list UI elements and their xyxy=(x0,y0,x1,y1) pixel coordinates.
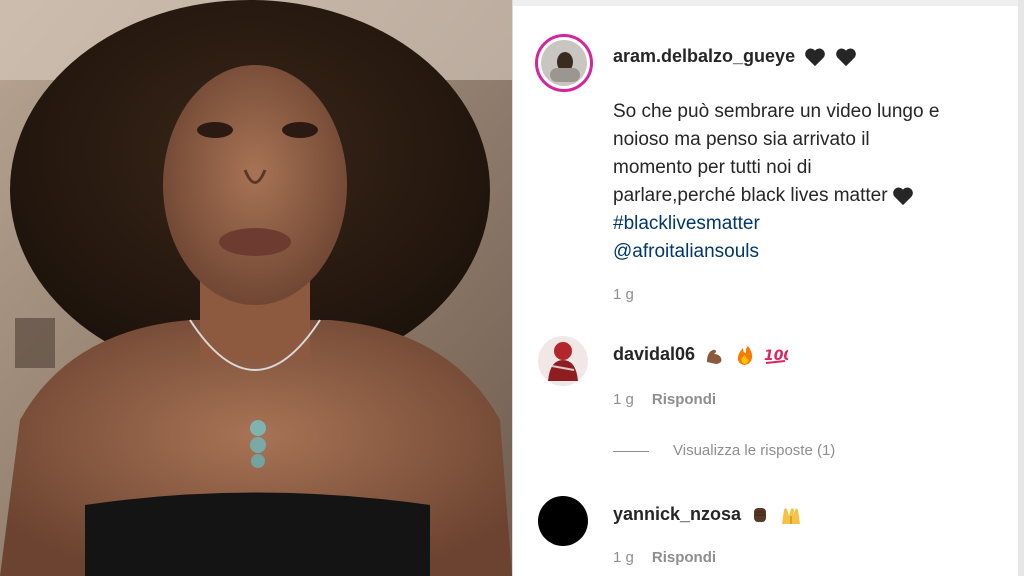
raising-hands-icon xyxy=(782,508,801,525)
black-heart-icon xyxy=(805,48,825,67)
caption-line: So che può sembrare un video lungo e xyxy=(613,101,940,122)
replies-divider xyxy=(613,450,649,452)
comment-username[interactable]: davidal06 100 xyxy=(613,344,788,366)
reply-button[interactable]: Rispondi xyxy=(652,391,716,408)
view-replies-label[interactable]: Visualizza le risposte (1) xyxy=(673,442,835,459)
commenter-avatar[interactable] xyxy=(538,496,588,546)
video-frame xyxy=(0,0,512,576)
caption-line: momento per tutti noi di xyxy=(613,157,812,178)
caption-line: noioso ma penso sia arrivato il xyxy=(613,129,870,150)
black-heart-icon xyxy=(892,187,913,206)
reply-button[interactable]: Rispondi xyxy=(652,549,716,566)
caption-line-last: parlare,perché black lives matter xyxy=(613,182,1003,210)
mention-link[interactable]: @afroitaliansouls xyxy=(613,238,1003,266)
post-author-username[interactable]: aram.delbalzo_gueye xyxy=(613,46,857,67)
post-timestamp: 1 g xyxy=(613,286,634,303)
raised-fist-icon xyxy=(754,508,767,523)
hashtag-link[interactable]: #blacklivesmatter xyxy=(613,210,1003,238)
view-replies-button[interactable]: Visualizza le risposte (1) xyxy=(613,442,835,459)
commenter-avatar[interactable] xyxy=(538,336,588,386)
comments-panel: aram.delbalzo_gueye So che può sembrare … xyxy=(513,0,1024,576)
panel-right-edge xyxy=(1018,0,1024,576)
fire-icon xyxy=(737,346,753,366)
comment-meta: 1 g Rispondi xyxy=(613,391,716,408)
caption-line: parlare,perché black lives matter xyxy=(613,185,888,206)
author-name[interactable]: aram.delbalzo_gueye xyxy=(613,46,795,66)
flexed-biceps-icon xyxy=(707,350,722,365)
hundred-points-icon: 100 xyxy=(764,348,788,364)
post-caption: So che può sembrare un video lungo e noi… xyxy=(613,98,1003,266)
panel-top-edge xyxy=(513,0,1024,6)
black-heart-icon xyxy=(836,48,856,67)
comment-timestamp: 1 g xyxy=(613,549,634,566)
commenter-name[interactable]: davidal06 xyxy=(613,344,695,364)
comment-username[interactable]: yannick_nzosa xyxy=(613,504,803,526)
comment-timestamp: 1 g xyxy=(613,391,634,408)
comment-meta: 1 g Rispondi xyxy=(613,549,716,566)
post-video[interactable] xyxy=(0,0,512,576)
author-avatar[interactable] xyxy=(535,34,593,92)
commenter-name[interactable]: yannick_nzosa xyxy=(613,504,741,524)
avatar-illustration xyxy=(548,342,578,381)
